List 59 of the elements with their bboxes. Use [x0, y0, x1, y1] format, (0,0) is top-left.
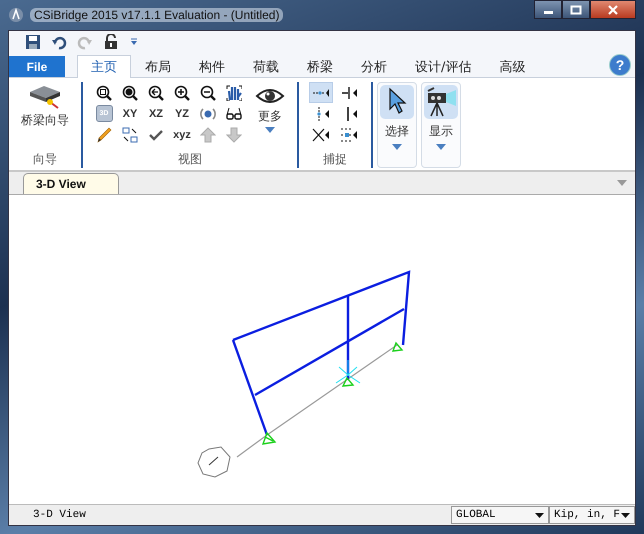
ribbon-tab[interactable]: 高级 [485, 55, 540, 77]
snap-point-icon[interactable] [309, 82, 333, 103]
rotate-view-icon[interactable] [200, 106, 216, 122]
bridge-wizard-button[interactable]: 桥梁向导 [19, 82, 71, 131]
view-button[interactable]: XZ [148, 108, 164, 120]
dropdown-caret-icon [621, 512, 630, 518]
dropdown-caret-icon [265, 127, 275, 133]
ribbon-tab[interactable]: 构件 [185, 55, 239, 77]
zoom-out-icon[interactable] [200, 84, 216, 100]
ribbon-tab[interactable]: 桥梁 [293, 55, 347, 77]
ribbon-tab[interactable]: 设计/评估 [401, 55, 486, 77]
octagon-section-icon [197, 446, 231, 478]
coordinate-system-dropdown[interactable]: GLOBAL [451, 506, 549, 524]
document-tab[interactable]: 3-D View [23, 173, 119, 194]
support-icon [262, 432, 276, 445]
expand-arrows-icon[interactable] [122, 126, 138, 142]
zoom-in-icon[interactable] [174, 84, 190, 100]
eye-icon [255, 86, 285, 106]
group-label: 视图 [178, 151, 202, 168]
group-label: 向导 [33, 151, 57, 168]
maximize-button[interactable] [562, 0, 590, 19]
undo-icon[interactable] [51, 34, 67, 50]
zoom-previous-icon[interactable] [148, 84, 164, 100]
minimize-button[interactable] [534, 0, 562, 19]
status-view-label: 3-D View [32, 509, 86, 521]
zoom-window-icon[interactable] [96, 84, 112, 100]
unlock-icon[interactable] [103, 34, 119, 50]
more-button[interactable]: 更多 [253, 82, 287, 135]
bridge-icon [28, 84, 62, 110]
dropdown-caret-icon [392, 144, 402, 150]
units-dropdown[interactable]: Kip, in, F [549, 506, 635, 524]
close-button[interactable] [590, 0, 636, 19]
minimize-icon [544, 11, 552, 14]
help-button[interactable]: ? [609, 54, 631, 76]
support-icon [392, 342, 404, 352]
ribbon-tab[interactable]: 主页 [77, 55, 131, 78]
view-button[interactable]: YZ [174, 108, 190, 120]
window-title: CSiBridge 2015 v17.1.1 Evaluation - (Untitled) [30, 8, 284, 22]
pencil-icon[interactable] [96, 126, 112, 142]
view-button[interactable]: xyz [173, 128, 191, 140]
ribbon-tab[interactable]: 分析 [347, 55, 401, 77]
close-icon [607, 4, 619, 14]
support-icon [342, 376, 354, 387]
glasses-icon[interactable] [226, 106, 242, 122]
display-button[interactable]: 显示 [421, 82, 461, 168]
group-label: 捕捉 [323, 151, 347, 168]
ribbon-tab[interactable]: 荷载 [239, 55, 293, 77]
zoom-full-icon[interactable] [122, 84, 138, 100]
select-button[interactable]: 选择 [377, 82, 417, 168]
dropdown-caret-icon [535, 512, 544, 518]
app-logo-icon [8, 7, 24, 23]
view-button[interactable]: XY [122, 108, 138, 120]
file-tab[interactable]: File [9, 56, 65, 77]
dropdown-caret-icon[interactable] [129, 37, 139, 47]
save-icon[interactable] [25, 34, 41, 50]
maximize-icon [570, 4, 582, 14]
dropdown-caret-icon [436, 144, 446, 150]
ribbon-tab[interactable]: 布局 [131, 55, 185, 77]
axes-icon [336, 360, 360, 384]
